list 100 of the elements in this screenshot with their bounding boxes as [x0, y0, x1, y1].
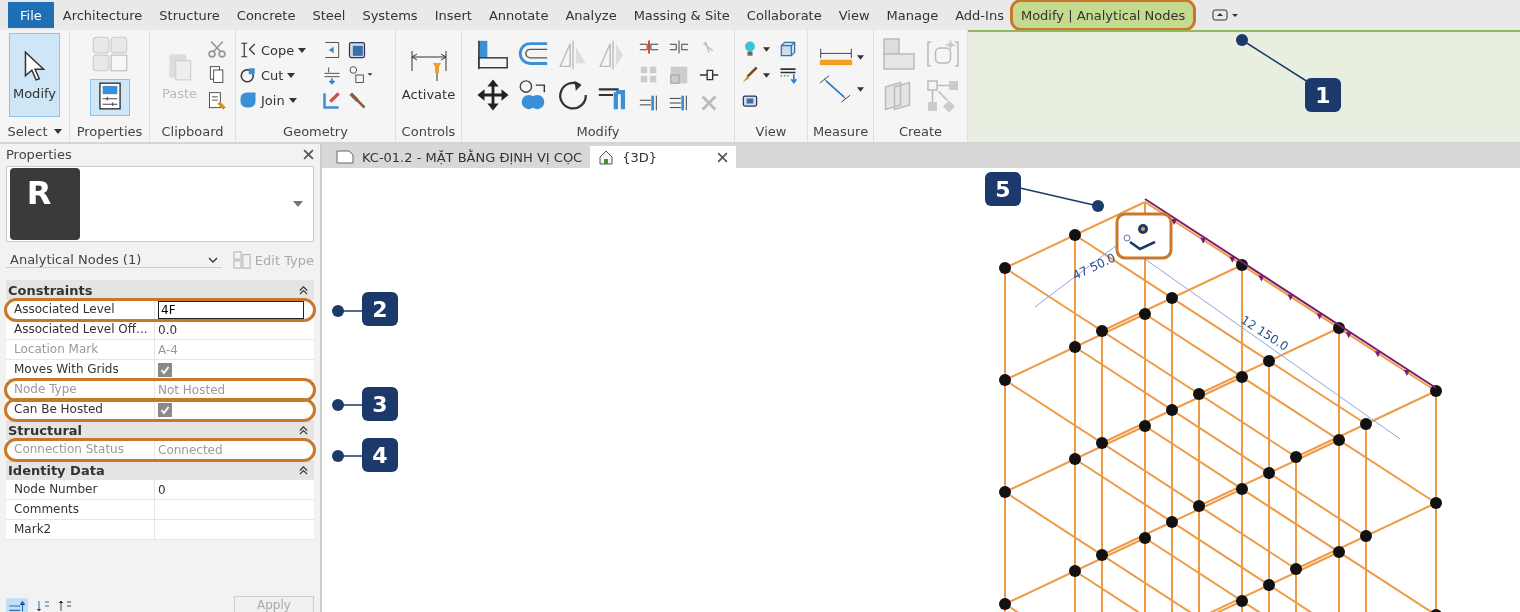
ribbon-tab[interactable]: Modify | Analytical Nodes — [1012, 2, 1194, 28]
document-tab[interactable]: {3D} — [590, 146, 737, 168]
ribbon-tab[interactable]: Systems — [354, 2, 426, 28]
panel-title: Modify — [576, 123, 620, 139]
property-label: Node Number — [6, 480, 155, 499]
ribbon-tab[interactable]: Massing & Site — [625, 2, 738, 28]
property-label: Connection Status — [6, 440, 155, 459]
lines-icon[interactable] — [778, 65, 798, 85]
caret-icon — [298, 47, 307, 53]
type-preview[interactable]: R — [6, 166, 314, 242]
caret-icon[interactable] — [856, 86, 864, 92]
ribbon-tab[interactable]: Add-Ins — [947, 2, 1012, 28]
callout-badge: 5 — [985, 172, 1021, 206]
section-title: Constraints — [8, 282, 93, 298]
close-icon[interactable] — [717, 151, 729, 163]
type-selector[interactable]: Analytical Nodes (1) — [6, 252, 222, 268]
property-label: Can Be Hosted — [6, 400, 155, 419]
ribbon-tab[interactable]: Architecture — [54, 2, 151, 28]
match-properties-icon[interactable] — [207, 91, 228, 111]
app-logo: R — [10, 168, 80, 240]
category-sort-icon[interactable] — [6, 598, 28, 612]
paint-icon[interactable] — [322, 90, 342, 110]
property-value: A-4 — [158, 342, 178, 357]
ribbon-tab[interactable]: Structure — [151, 2, 228, 28]
palette-title: Properties — [6, 146, 72, 162]
caret-icon[interactable] — [53, 128, 62, 134]
ribbon-tab[interactable]: File — [8, 2, 54, 28]
caret-icon[interactable] — [763, 72, 770, 78]
split-face-icon[interactable] — [322, 65, 342, 85]
leader-line — [332, 399, 363, 411]
modify-button[interactable]: Modify — [8, 33, 61, 117]
edit-type-icon — [232, 251, 251, 269]
ribbon-tab[interactable]: Concrete — [228, 2, 304, 28]
property-label: Mark2 — [6, 520, 155, 539]
connect-icon[interactable] — [347, 65, 373, 85]
panel-title: Create — [898, 123, 943, 139]
property-value: 0 — [158, 482, 166, 497]
quick-access-icon[interactable] — [1212, 8, 1241, 22]
close-icon[interactable] — [303, 148, 314, 160]
collapse-icon[interactable] — [299, 285, 308, 295]
panel-title: View — [755, 123, 787, 139]
brush-icon[interactable] — [740, 65, 760, 85]
collapse-icon[interactable] — [299, 465, 308, 475]
cube-icon[interactable] — [778, 39, 798, 59]
ribbon-tab[interactable]: View — [830, 2, 878, 28]
property-label: Associated Level Off... — [6, 320, 155, 339]
callout-badge: 1 — [1305, 78, 1341, 112]
section-title: Identity Data — [8, 462, 105, 478]
home-icon — [598, 149, 615, 165]
property-value: Not Hosted — [158, 382, 226, 397]
ruler-icon[interactable] — [817, 46, 854, 68]
collapse-icon[interactable] — [299, 425, 308, 435]
callout-badge: 2 — [362, 292, 398, 326]
tool-button[interactable]: Cope — [239, 41, 317, 59]
property-value: 0.0 — [158, 322, 178, 337]
ribbon-tab[interactable]: Annotate — [480, 2, 557, 28]
wall-join-icon[interactable] — [322, 40, 342, 60]
tool-button[interactable]: Join — [239, 91, 317, 109]
ribbon-tab[interactable]: Analyze — [557, 2, 625, 28]
face-icon[interactable] — [347, 40, 367, 60]
caret-icon[interactable] — [856, 54, 864, 60]
leader-line — [332, 450, 363, 462]
ribbon-tab[interactable]: Manage — [878, 2, 947, 28]
property-value: Connected — [158, 442, 223, 457]
tool-button[interactable]: Cut — [239, 66, 317, 84]
caret-icon — [288, 97, 297, 103]
cut-icon[interactable] — [207, 39, 228, 59]
sort-ascending-icon[interactable] — [36, 598, 50, 612]
panel-title: Controls — [401, 123, 456, 139]
panel-title: Select — [7, 123, 48, 139]
properties-toggle-icon[interactable] — [89, 78, 130, 116]
property-label: Node Type — [6, 380, 155, 399]
panel-title: Clipboard — [161, 123, 224, 139]
property-label: Associated Level — [6, 300, 155, 319]
selected-node-drawing — [1115, 212, 1173, 260]
property-label: Comments — [6, 500, 155, 519]
join-icon — [239, 91, 257, 109]
value-field[interactable]: 4F — [158, 300, 304, 319]
hammer-icon[interactable] — [347, 90, 367, 110]
property-label: Moves With Grids — [6, 360, 155, 379]
checkbox[interactable] — [158, 402, 172, 417]
document-tab[interactable]: KC-01.2 - MẶT BẰNG ĐỊNH VỊ CỌC — [328, 146, 591, 168]
ribbon-tab[interactable]: Insert — [426, 2, 480, 28]
panel-title: Properties — [76, 123, 143, 139]
sort-descending-icon[interactable] — [58, 598, 72, 612]
property-label: Location Mark — [6, 340, 155, 359]
rotate-icon[interactable] — [556, 78, 590, 112]
panel-title: Measure — [812, 123, 869, 139]
caret-icon[interactable] — [763, 46, 770, 52]
ribbon-tab[interactable]: Steel — [304, 2, 354, 28]
leader-line — [332, 305, 363, 317]
align-icon[interactable] — [476, 38, 510, 72]
ribbon-tab[interactable]: Collaborate — [738, 2, 830, 28]
section-title: Structural — [8, 422, 83, 438]
move-icon[interactable] — [476, 78, 510, 112]
activate-button[interactable]: Activate — [397, 43, 460, 107]
pin-dimension-icon — [408, 48, 449, 83]
checkbox[interactable] — [158, 362, 172, 377]
cope-icon — [239, 41, 257, 59]
callout-badge: 4 — [362, 438, 398, 472]
